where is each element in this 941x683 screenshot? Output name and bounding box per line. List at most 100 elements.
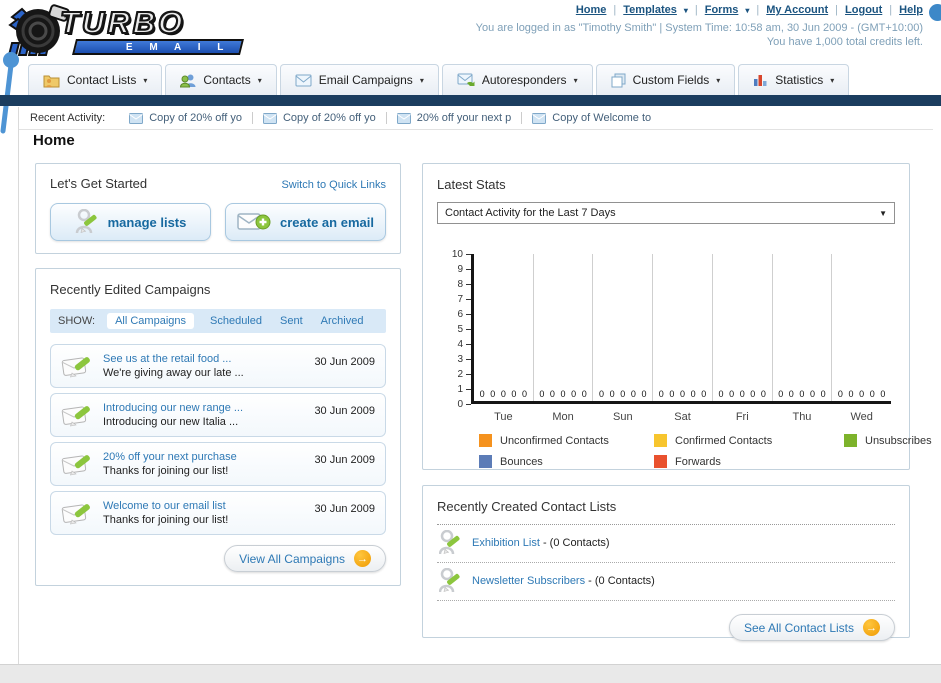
view-all-campaigns-button[interactable]: View All Campaigns → bbox=[224, 545, 386, 572]
legend-item: Forwards bbox=[654, 455, 844, 468]
legend-label: Bounces bbox=[500, 455, 543, 468]
envelope-arrow-icon bbox=[457, 73, 475, 86]
nav-link-forms[interactable]: Forms bbox=[705, 4, 739, 16]
tab-contacts[interactable]: Contacts ▾ bbox=[165, 64, 277, 95]
campaign-filter[interactable]: Sent bbox=[278, 313, 305, 329]
y-tick-mark bbox=[466, 343, 471, 345]
tab-autoresponders[interactable]: Autoresponders ▾ bbox=[441, 64, 593, 95]
recent-activity-item[interactable]: Copy of 20% off yo bbox=[253, 112, 387, 124]
chart-day-group: 0 0 0 0 0 Sun bbox=[592, 254, 652, 423]
chart-day-label: Mon bbox=[552, 411, 574, 423]
campaign-title-link[interactable]: Welcome to our email list bbox=[103, 500, 304, 512]
see-all-contact-lists-label: See All Contact Lists bbox=[743, 620, 854, 635]
tab-statistics[interactable]: Statistics ▾ bbox=[738, 64, 850, 95]
tab-custom-fields[interactable]: Custom Fields ▾ bbox=[595, 64, 736, 95]
create-email-button[interactable]: create an email bbox=[225, 203, 386, 241]
chevron-down-icon: ▾ bbox=[683, 5, 688, 15]
y-tick-label: 7 bbox=[457, 293, 463, 305]
contact-list-link[interactable]: Newsletter Subscribers bbox=[472, 575, 585, 587]
chart-day-values: 00000 bbox=[599, 389, 647, 399]
session-info: You are logged in as "Timothy Smith" | S… bbox=[476, 21, 923, 49]
stats-period-select[interactable]: Contact Activity for the Last 7 Days ▼ bbox=[437, 202, 895, 224]
divider bbox=[18, 129, 933, 130]
chevron-down-icon: ▾ bbox=[830, 75, 835, 85]
campaign-date: 30 Jun 2009 bbox=[314, 405, 375, 417]
nav-divider-bar bbox=[0, 95, 941, 106]
envelope-plus-icon bbox=[237, 213, 271, 230]
recent-activity-item[interactable]: Copy of 20% off yo bbox=[119, 112, 253, 124]
logged-in-text: You are logged in as "Timothy Smith" | S… bbox=[475, 22, 923, 34]
see-all-contact-lists-button[interactable]: See All Contact Lists → bbox=[728, 614, 895, 641]
campaign-list: See us at the retail food ... We're givi… bbox=[50, 344, 386, 535]
campaign-title-link[interactable]: Introducing our new range ... bbox=[103, 402, 304, 414]
chart-day-values: 00000 bbox=[718, 389, 766, 399]
legend-label: Unconfirmed Contacts bbox=[500, 434, 609, 447]
tab-email-campaigns[interactable]: Email Campaigns ▾ bbox=[279, 64, 439, 95]
legend-swatch bbox=[479, 455, 492, 468]
chevron-down-icon: ▾ bbox=[745, 5, 750, 15]
campaign-date: 30 Jun 2009 bbox=[314, 503, 375, 515]
recent-activity-item[interactable]: 20% off your next p bbox=[387, 112, 523, 124]
nav-link-help[interactable]: Help bbox=[899, 4, 923, 16]
envelope-pencil-icon bbox=[61, 406, 90, 427]
page-footer bbox=[0, 664, 941, 683]
contact-list-link[interactable]: Exhibition List bbox=[472, 537, 540, 549]
manage-lists-button[interactable]: manage lists bbox=[50, 203, 211, 241]
campaign-title-link[interactable]: See us at the retail food ... bbox=[103, 353, 304, 365]
recent-activity-item-label: 20% off your next p bbox=[416, 112, 512, 124]
campaign-filter[interactable]: Scheduled bbox=[208, 313, 264, 329]
y-tick-mark bbox=[466, 283, 471, 285]
latest-stats-panel: Latest Stats Contact Activity for the La… bbox=[422, 163, 932, 470]
recent-activity-item-label: Copy of 20% off yo bbox=[149, 112, 242, 124]
y-tick: 8 bbox=[457, 279, 471, 290]
contact-list-item[interactable]: Exhibition List - (0 Contacts) bbox=[437, 525, 895, 563]
recently-created-contact-lists-panel: Recently Created Contact Lists Exhibitio… bbox=[422, 485, 910, 641]
campaign-row[interactable]: See us at the retail food ... We're givi… bbox=[50, 344, 386, 388]
turbo-email-dashboard: TURBO E M A I L Home | Templates ▾ | For… bbox=[0, 0, 941, 683]
legend-item: Confirmed Contacts bbox=[654, 434, 844, 447]
y-tick-mark bbox=[466, 373, 471, 375]
tab-contact-lists[interactable]: Contact Lists ▾ bbox=[28, 64, 163, 95]
chart-day-values: 00000 bbox=[837, 389, 886, 399]
y-tick-mark bbox=[466, 298, 471, 300]
campaign-filter[interactable]: All Campaigns bbox=[107, 313, 194, 329]
y-tick-label: 1 bbox=[457, 383, 463, 395]
recent-activity-item-label: Copy of Welcome to bbox=[552, 112, 652, 124]
nav-link-logout[interactable]: Logout bbox=[845, 4, 882, 16]
campaign-row[interactable]: 20% off your next purchase Thanks for jo… bbox=[50, 442, 386, 486]
create-email-label: create an email bbox=[280, 214, 374, 230]
legend-label: Unsubscribes bbox=[865, 434, 932, 447]
chevron-down-icon: ▾ bbox=[419, 75, 424, 85]
nav-link-my-account[interactable]: My Account bbox=[766, 4, 828, 16]
nav-link-home[interactable]: Home bbox=[576, 4, 607, 16]
recent-activity-list: Copy of 20% off yo Copy of 20% off yo 20… bbox=[119, 112, 661, 124]
chart-day-group: 0 0 0 0 0 Thu bbox=[771, 254, 832, 423]
contact-lists-list: Exhibition List - (0 Contacts) Newslette… bbox=[437, 525, 895, 601]
y-tick: 2 bbox=[457, 369, 471, 380]
campaign-subtitle: Introducing our new Italia ... bbox=[103, 416, 239, 428]
contact-list-count: - (0 Contacts) bbox=[542, 537, 610, 549]
campaign-filter[interactable]: Archived bbox=[319, 313, 366, 329]
campaign-filters: All Campaigns Scheduled Sent Archived bbox=[107, 313, 365, 329]
y-tick: 4 bbox=[457, 339, 471, 350]
campaign-row[interactable]: Welcome to our email list Thanks for joi… bbox=[50, 491, 386, 535]
y-tick-mark bbox=[466, 388, 471, 390]
switch-quick-links[interactable]: Switch to Quick Links bbox=[281, 179, 386, 191]
stacked-pages-icon bbox=[611, 73, 626, 87]
chart-day-label: Wed bbox=[850, 411, 873, 423]
chart-legend: Unconfirmed Contacts Confirmed Contacts … bbox=[437, 434, 932, 468]
tab-label: Statistics bbox=[775, 73, 824, 87]
brand-wordmark: TURBO bbox=[59, 4, 186, 41]
show-label: SHOW: bbox=[58, 315, 96, 327]
campaign-row[interactable]: Introducing our new range ... Introducin… bbox=[50, 393, 386, 437]
y-tick: 9 bbox=[457, 264, 471, 275]
y-tick: 1 bbox=[457, 383, 471, 395]
chart-plot: 0 0 0 0 0 Tue 0 0 0 0 0 Mon 0 0 0 0 0 Sun 0 0 0 0 0 Sat 0 0 0 0 0 Fri… bbox=[471, 254, 891, 423]
recent-activity-item[interactable]: Copy of Welcome to bbox=[522, 112, 661, 124]
nav-link-templates[interactable]: Templates bbox=[623, 4, 677, 16]
contact-list-item[interactable]: Newsletter Subscribers - (0 Contacts) bbox=[437, 563, 895, 601]
bar-chart-icon bbox=[754, 75, 767, 86]
campaign-title-link[interactable]: 20% off your next purchase bbox=[103, 451, 304, 463]
recent-activity-label: Recent Activity: bbox=[30, 112, 106, 124]
y-tick: 10 bbox=[452, 249, 471, 260]
